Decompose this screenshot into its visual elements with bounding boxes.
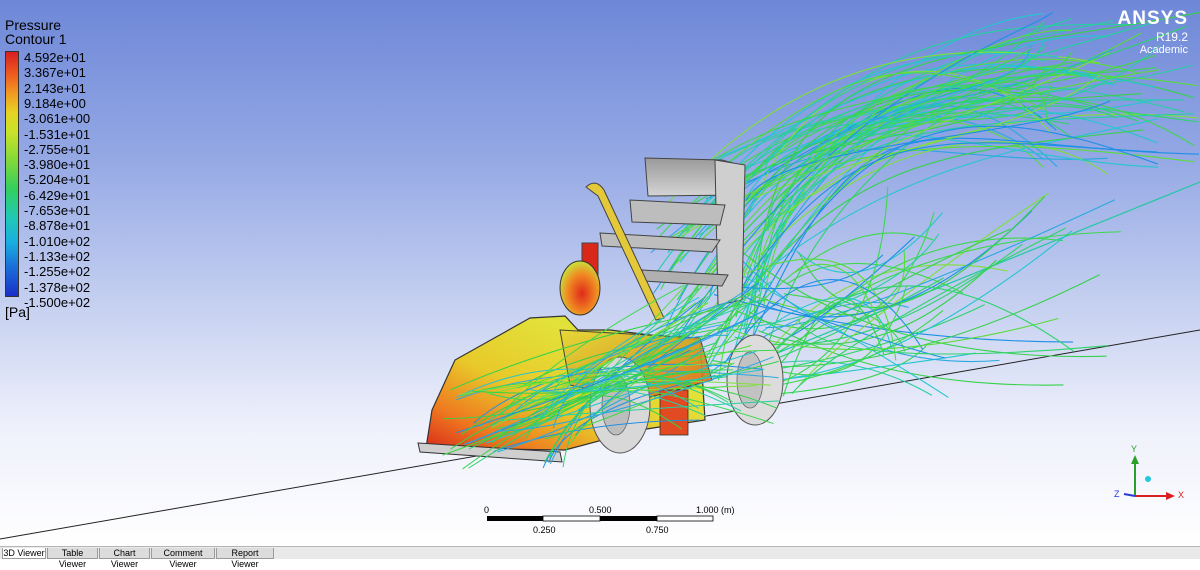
tab-table-viewer[interactable]: Table Viewer <box>47 548 98 569</box>
streamline <box>722 133 1159 259</box>
axis-x-label: X <box>1178 490 1185 500</box>
legend-label: 9.184e+00 <box>24 95 86 111</box>
rear-wing-element-4 <box>641 269 729 287</box>
scale-tick-1000: 1.000 <box>696 505 719 515</box>
brand-name: ANSYS <box>1117 8 1188 29</box>
tab-report-viewer[interactable]: Report Viewer <box>216 548 274 569</box>
scale-tick-0750: 0.750 <box>646 525 669 535</box>
axis-z-label: Z <box>1114 489 1120 499</box>
legend-label: -2.755e+01 <box>24 141 91 157</box>
brand-version: R19.2 <box>1155 30 1188 44</box>
race-car-model <box>417 157 784 463</box>
tab-3d-viewer[interactable]: 3D Viewer <box>2 548 46 559</box>
driver-helmet <box>559 260 601 316</box>
legend-label: -1.500e+02 <box>24 294 91 310</box>
legend-label: 3.367e+01 <box>24 65 86 81</box>
scale-unit: (m) <box>721 505 735 515</box>
legend-label: -1.133e+02 <box>24 248 91 264</box>
rear-wheel-hub <box>736 351 764 409</box>
legend-label: -8.878e+01 <box>24 218 91 234</box>
legend-label: -1.255e+02 <box>24 264 91 280</box>
ansys-logo: ANSYS R19.2 Academic <box>1118 8 1188 56</box>
scale-tick-0250: 0.250 <box>533 525 556 535</box>
legend-unit: [Pa] <box>5 304 30 320</box>
legend-label: 4.592e+01 <box>24 50 86 65</box>
scale-tick-0: 0 <box>484 505 490 515</box>
tab-chart-viewer[interactable]: Chart Viewer <box>99 548 150 569</box>
viewer-tab-bar: 3D Viewer Table Viewer Chart Viewer Comm… <box>0 546 1200 569</box>
legend-label: -1.010e+02 <box>24 233 91 249</box>
legend-label: -1.531e+01 <box>24 126 91 142</box>
streamline <box>798 195 1046 308</box>
legend-label: -1.378e+02 <box>24 279 91 295</box>
axis-triad <box>1123 455 1175 500</box>
rear-diffuser <box>659 389 689 436</box>
streamline <box>677 23 1137 239</box>
legend-label: -6.429e+01 <box>24 187 91 203</box>
legend-label: 2.143e+01 <box>24 80 86 96</box>
legend-label: -5.204e+01 <box>24 172 91 188</box>
legend-label: -3.061e+00 <box>24 111 91 127</box>
brand-edition: Academic <box>1139 44 1188 56</box>
axis-y-label: Y <box>1131 444 1138 454</box>
legend-label: -7.653e+01 <box>24 203 91 218</box>
scale-bar <box>487 515 714 522</box>
3d-viewport[interactable]: Pressure Contour 1 4.592e+01 3.367e+01 2.1… <box>0 0 1200 546</box>
legend-subtitle: Contour 1 <box>5 31 67 47</box>
streamline <box>765 199 1116 329</box>
legend-color-bar <box>5 51 19 297</box>
scale-tick-0500: 0.500 <box>589 505 612 515</box>
cfd-scene <box>0 11 1200 540</box>
legend-label: -3.980e+01 <box>24 157 91 173</box>
tab-comment-viewer[interactable]: Comment Viewer <box>151 548 215 569</box>
rear-wing-element-2 <box>629 199 726 226</box>
